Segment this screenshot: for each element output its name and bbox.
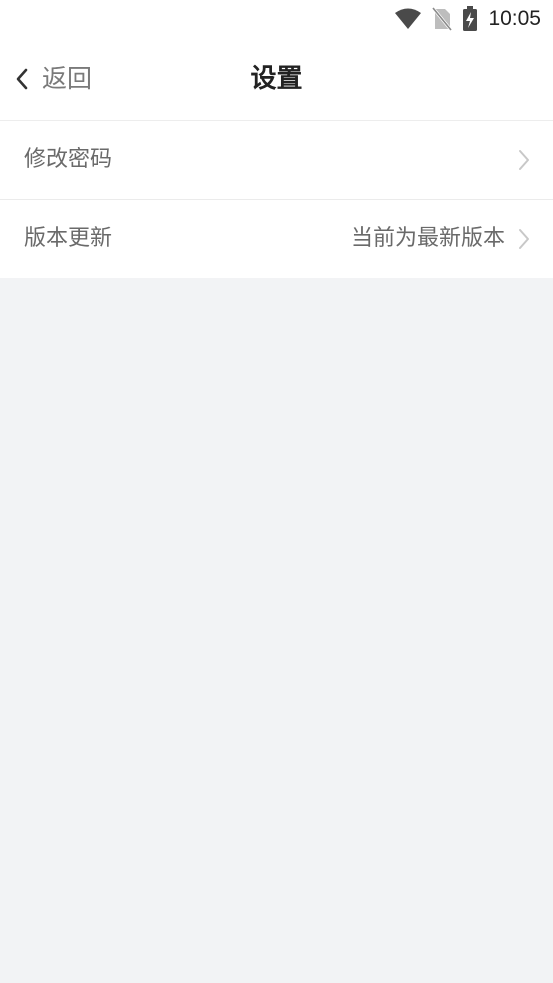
chevron-right-icon [517,148,531,172]
change-password-label: 修改密码 [24,147,113,172]
item-right [517,148,531,172]
settings-list: 修改密码 版本更新 当前为最新版本 [0,121,553,278]
version-update-label: 版本更新 [24,226,113,251]
settings-screen: 10:05 返回 设置 修改密码 版本更新 当前为最新版本 [0,0,553,983]
version-status-text: 当前为最新版本 [350,226,505,251]
change-password-item[interactable]: 修改密码 [0,121,553,199]
chevron-right-icon [517,227,531,251]
page-title: 设置 [250,64,303,94]
status-bar: 10:05 [0,0,553,38]
nav-bar: 返回 设置 [0,38,553,120]
status-time: 10:05 [488,7,541,30]
item-right: 当前为最新版本 [351,224,531,254]
no-sim-icon [432,7,453,31]
battery-charging-icon [462,6,478,32]
version-update-item[interactable]: 版本更新 当前为最新版本 [0,199,553,278]
status-icons: 10:05 [394,6,541,32]
wifi-icon [394,8,422,30]
